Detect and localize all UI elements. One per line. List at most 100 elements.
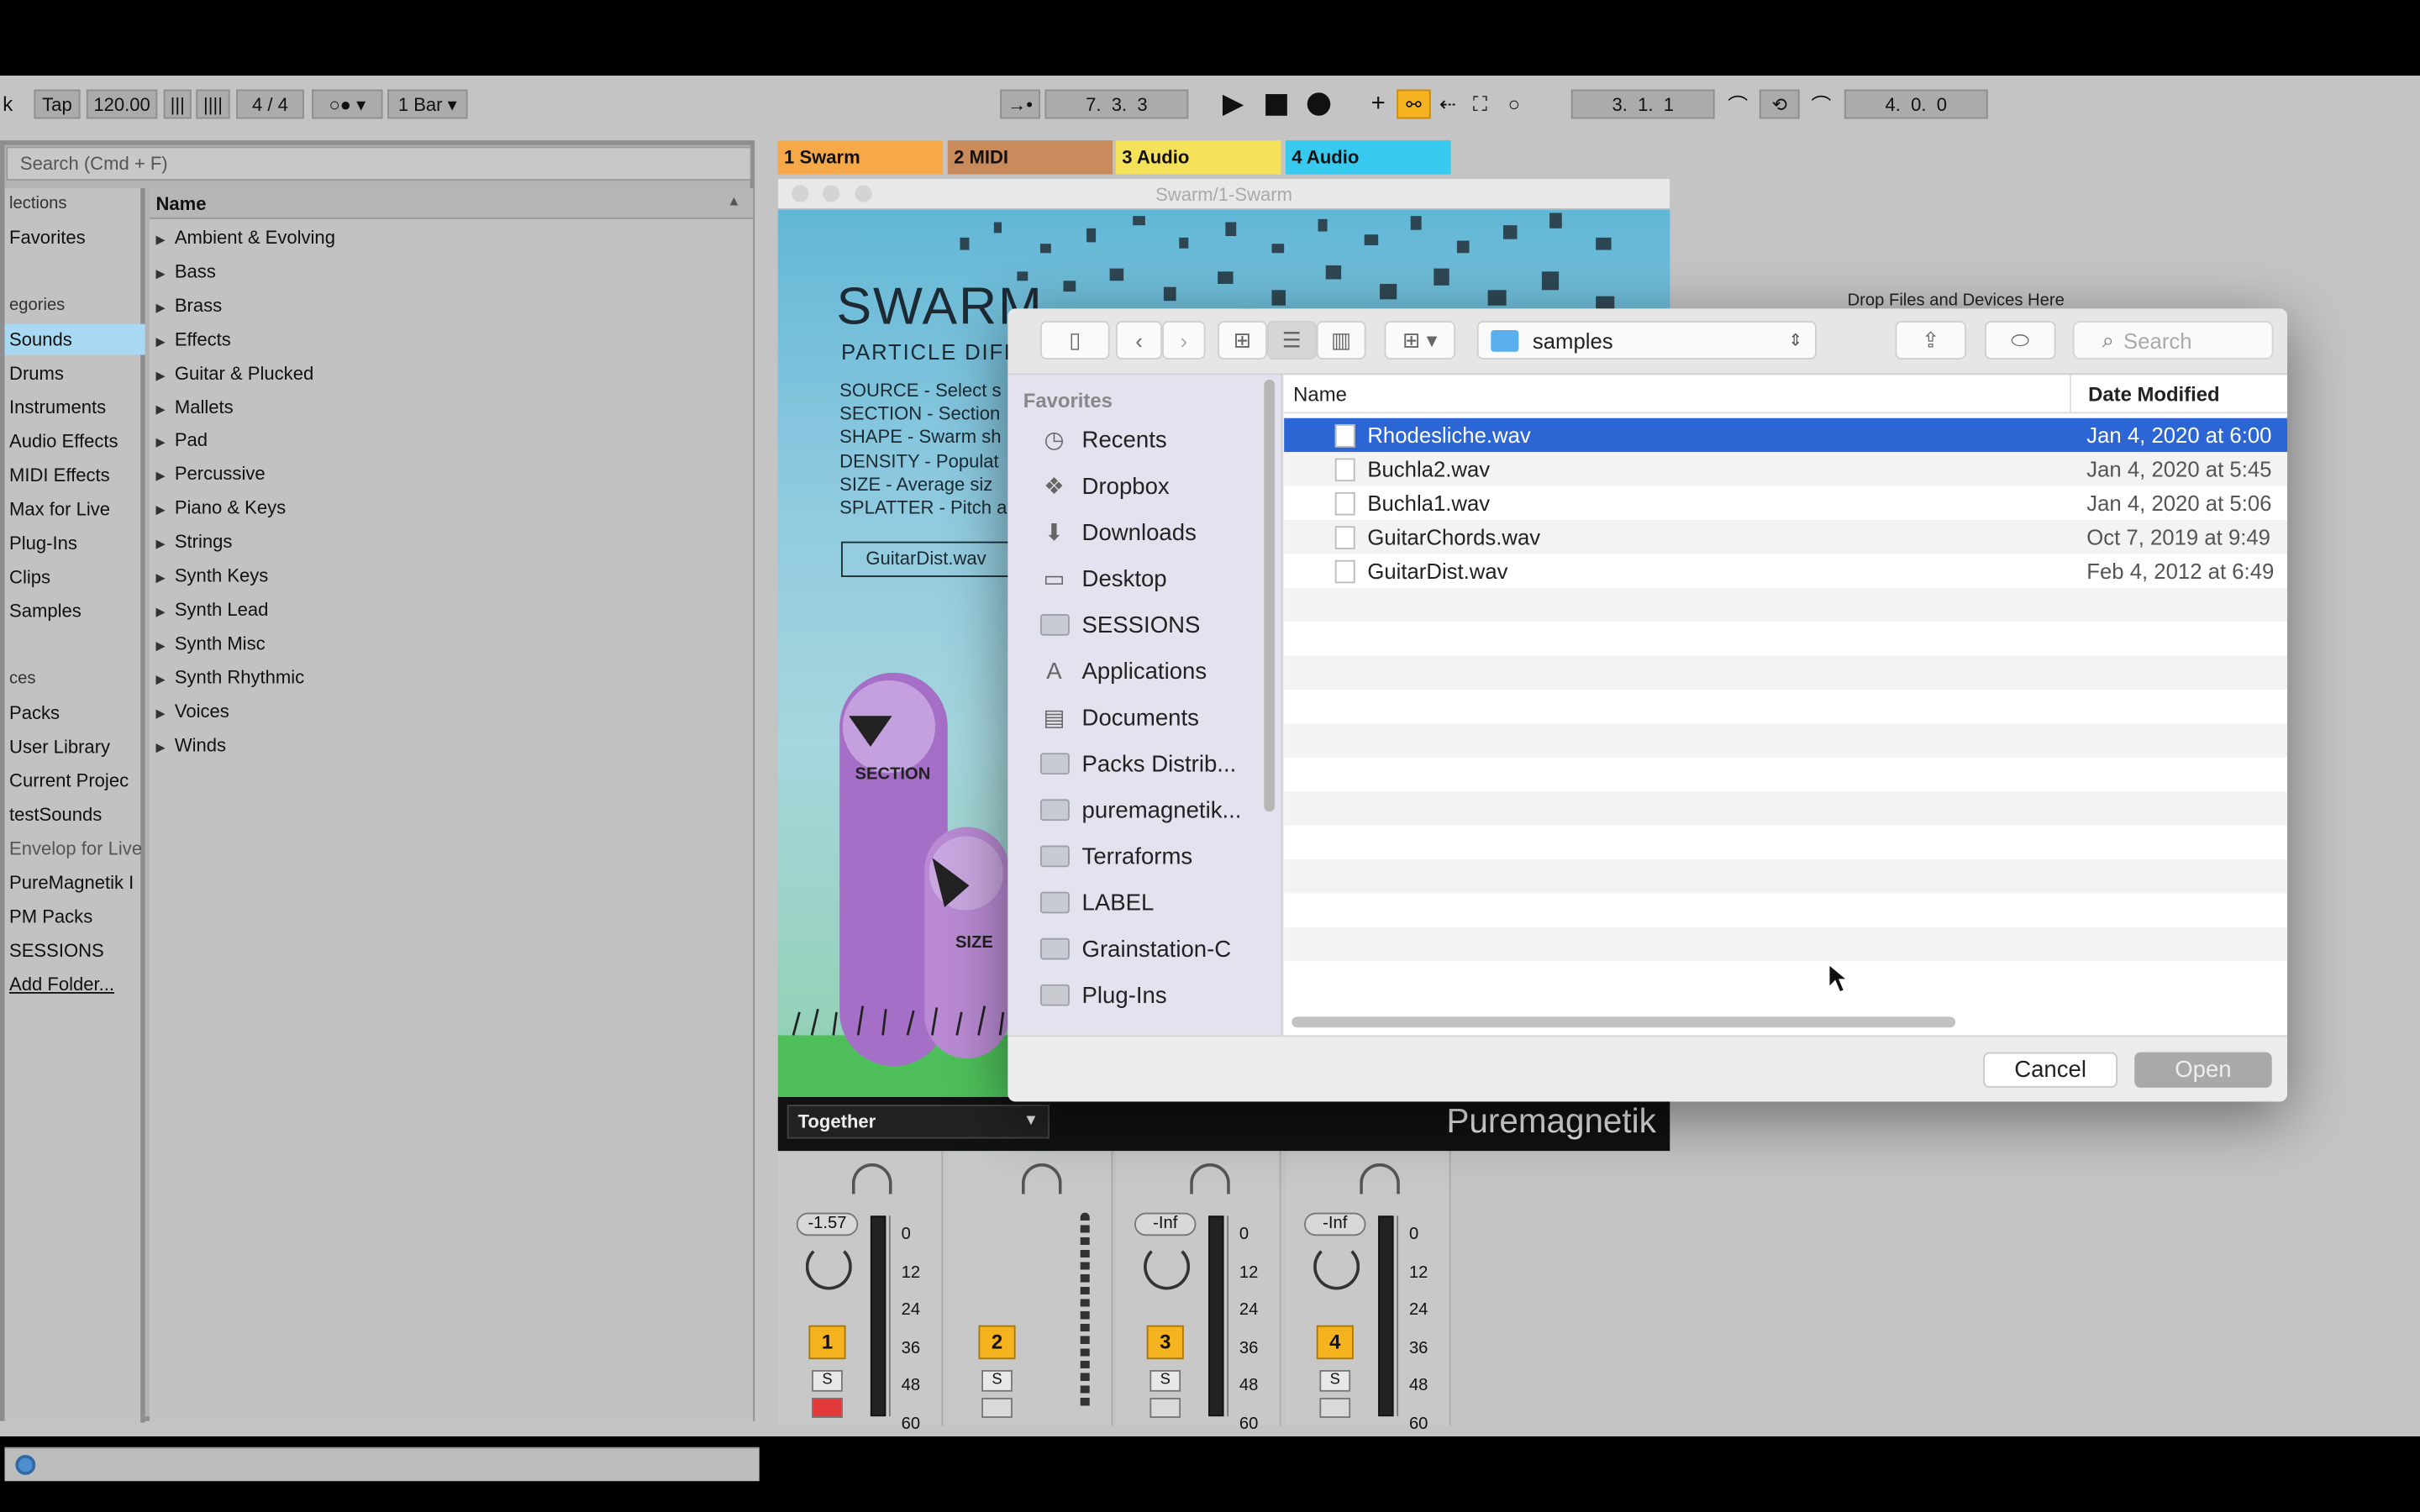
sidebar-item[interactable]: ❖ Dropbox (1039, 465, 1170, 507)
category-item[interactable]: Plug-Ins (9, 528, 77, 559)
headphones-icon[interactable] (15, 1455, 36, 1475)
track-header[interactable]: 3 Audio (1115, 140, 1281, 175)
browser-row[interactable]: ▶ Voices (156, 696, 229, 727)
sidebar-item[interactable]: Grainstation-C (1039, 927, 1231, 970)
solo-button[interactable]: S (981, 1370, 1013, 1392)
arrangement-position-field[interactable]: 7. 3. 3 (1044, 89, 1189, 119)
file-row[interactable]: Rhodesliche.wav Jan 4, 2020 at 6:00 (1284, 417, 2288, 453)
category-item[interactable]: Clips (9, 562, 50, 593)
browser-row[interactable]: ▶ Bass (156, 256, 216, 287)
pan-knob-icon[interactable] (805, 1243, 852, 1290)
record-icon[interactable] (1302, 90, 1334, 119)
metronome-toggle-icon[interactable]: ○● ▾ (312, 89, 383, 119)
file-row[interactable]: Buchla1.wav Jan 4, 2020 at 5:06 (1284, 486, 2287, 520)
browser-row[interactable]: ▶ Strings (156, 526, 233, 557)
name-column-header[interactable]: Name ▲ (150, 188, 754, 219)
send-knob-icon[interactable] (1360, 1163, 1400, 1194)
group-menu-icon[interactable]: ⊞ ▾ (1384, 321, 1456, 360)
cancel-button[interactable]: Cancel (1983, 1052, 2118, 1088)
sidebar-item[interactable]: ▭ Desktop (1039, 557, 1166, 600)
arm-button[interactable] (981, 1398, 1013, 1418)
horizontal-scrollbar[interactable] (1292, 1016, 1956, 1028)
category-item[interactable]: PM Packs (9, 901, 92, 932)
send-knob-icon[interactable] (1190, 1163, 1230, 1194)
category-item[interactable]: Instruments (9, 392, 106, 423)
expand-triangle-icon[interactable]: ▶ (156, 267, 166, 281)
mode-menu[interactable]: Together ▼ (786, 1105, 1050, 1139)
nudge-up-icon[interactable]: |||| (196, 89, 230, 119)
category-item[interactable]: Current Projec (9, 765, 129, 796)
category-item[interactable]: testSounds (9, 799, 102, 830)
pan-knob-icon[interactable] (1144, 1243, 1191, 1290)
browser-row[interactable]: ▶ Piano & Keys (156, 492, 287, 523)
browser-search-input[interactable]: Search (Cmd + F) (6, 146, 752, 181)
browser-row[interactable]: ▶ Brass (156, 290, 223, 321)
forward-icon[interactable]: › (1162, 321, 1206, 360)
arm-button[interactable] (812, 1398, 843, 1418)
category-item[interactable]: Max for Live (9, 494, 110, 525)
volume-field[interactable]: -Inf (1134, 1212, 1197, 1236)
sidebar-item[interactable]: Plug-Ins (1039, 974, 1167, 1016)
loop-start-field[interactable]: 3. 1. 1 (1570, 89, 1715, 119)
dialog-search-input[interactable]: ⌕ Search (2072, 321, 2274, 360)
punch-out-icon[interactable]: ⌒ (1806, 90, 1837, 119)
expand-triangle-icon[interactable]: ▶ (156, 402, 166, 416)
arm-button[interactable] (1150, 1398, 1181, 1418)
minimize-icon[interactable] (822, 185, 840, 202)
track-activator-button[interactable]: 1 (808, 1325, 846, 1360)
category-item[interactable]: SESSIONS (9, 935, 104, 966)
expand-triangle-icon[interactable]: ▶ (156, 638, 166, 653)
sidebar-item[interactable]: LABEL (1039, 881, 1154, 924)
back-icon[interactable]: ‹ (1115, 321, 1163, 360)
file-row[interactable]: GuitarChords.wav Oct 7, 2019 at 9:49 (1284, 519, 2288, 554)
category-item[interactable]: Add Folder... (9, 969, 114, 1000)
sidebar-item[interactable]: SESSIONS (1039, 603, 1200, 646)
loop-switch-icon[interactable]: ⟲ (1759, 89, 1800, 119)
automation-arm-icon[interactable]: ⚯ (1397, 89, 1431, 119)
loop-length-field[interactable]: 4. 0. 0 (1844, 89, 1988, 119)
track-header[interactable]: 2 MIDI (947, 140, 1113, 175)
track-header[interactable]: 1 Swarm (777, 140, 944, 175)
category-item[interactable]: Audio Effects (9, 426, 118, 457)
sidebar-item[interactable]: ⬇ Downloads (1039, 511, 1197, 554)
name-column-header[interactable]: Name (1293, 383, 1347, 407)
expand-triangle-icon[interactable]: ▶ (156, 605, 166, 619)
expand-triangle-icon[interactable]: ▶ (156, 740, 166, 754)
expand-triangle-icon[interactable]: ▶ (156, 571, 166, 585)
expand-triangle-icon[interactable]: ▶ (156, 470, 166, 484)
sidebar-item[interactable]: Packs Distrib... (1039, 742, 1236, 785)
open-button[interactable]: Open (2134, 1052, 2272, 1088)
column-view-icon[interactable]: ▥ (1316, 321, 1366, 360)
sidebar-item[interactable]: A Applications (1039, 649, 1207, 692)
expand-triangle-icon[interactable]: ▶ (156, 503, 166, 517)
send-knob-icon[interactable] (851, 1163, 892, 1194)
play-icon[interactable]: ▶ (1218, 88, 1249, 119)
expand-triangle-icon[interactable]: ▶ (156, 706, 166, 720)
expand-triangle-icon[interactable]: ▶ (156, 301, 166, 315)
date-column-header[interactable]: Date Modified (2088, 383, 2220, 407)
browser-row[interactable]: ▶ Effects (156, 323, 231, 354)
list-view-icon[interactable]: ☰ (1266, 321, 1317, 360)
track-activator-button[interactable]: 3 (1146, 1325, 1184, 1360)
browser-row[interactable]: ▶ Guitar & Plucked (156, 357, 314, 388)
nudge-down-icon[interactable]: ||| (163, 89, 192, 119)
close-icon[interactable] (792, 185, 809, 202)
solo-button[interactable]: S (812, 1370, 843, 1392)
tap-button[interactable]: Tap (34, 89, 81, 119)
zoom-icon[interactable] (855, 185, 872, 202)
category-item[interactable]: Sounds (4, 323, 145, 355)
volume-field[interactable]: -1.57 (796, 1212, 859, 1236)
sidebar-scrollbar[interactable] (1264, 379, 1276, 812)
capture-icon[interactable]: ⛶ (1466, 90, 1494, 119)
browser-row[interactable]: ▶ Synth Misc (156, 627, 266, 659)
quantize-menu[interactable]: 1 Bar ▾ (387, 89, 468, 119)
expand-triangle-icon[interactable]: ▶ (156, 672, 166, 686)
browser-row[interactable]: ▶ Synth Keys (156, 560, 269, 591)
pan-knob-icon[interactable] (1313, 1243, 1360, 1290)
solo-button[interactable]: S (1319, 1370, 1351, 1392)
stop-icon[interactable] (1261, 90, 1292, 119)
track-header[interactable]: 4 Audio (1286, 140, 1451, 175)
browser-row[interactable]: ▶ Pad (156, 425, 208, 456)
file-row[interactable]: Buchla2.wav Jan 4, 2020 at 5:45 (1284, 452, 2288, 486)
expand-triangle-icon[interactable]: ▶ (156, 537, 166, 551)
